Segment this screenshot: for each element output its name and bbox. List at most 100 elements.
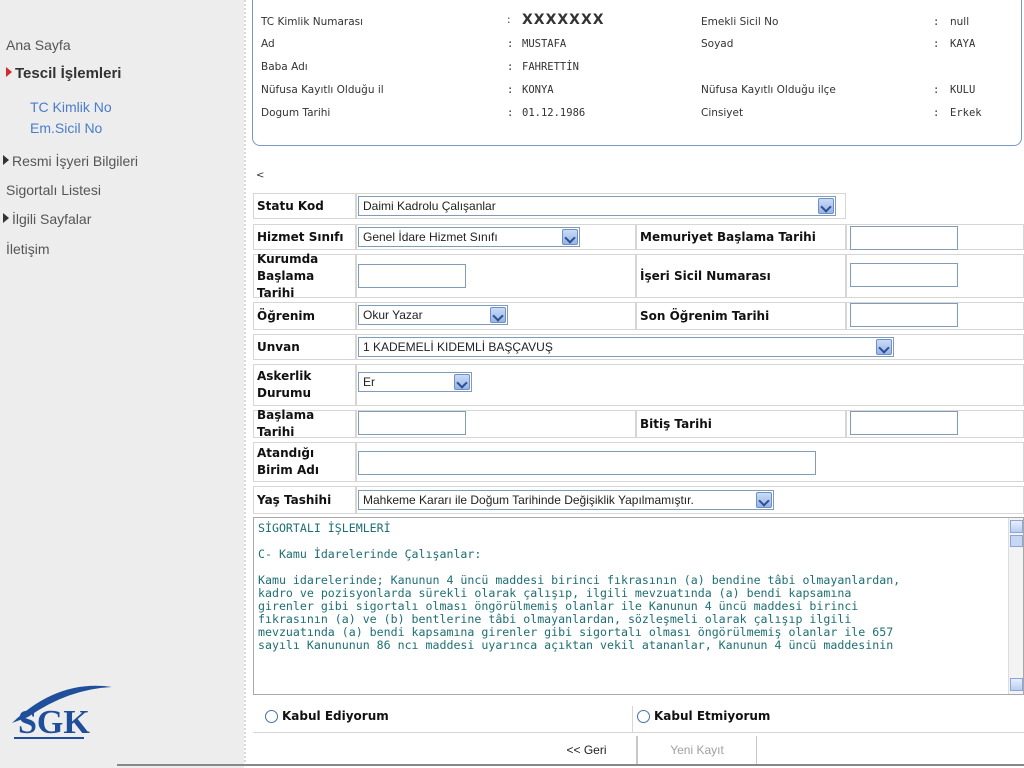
sidebar-item-tc-kimlik[interactable]: TC Kimlik No <box>30 99 112 115</box>
sidebar-item-label: İletişim <box>6 241 50 257</box>
iseri-input[interactable] <box>850 263 958 287</box>
iseri-label: İşeri Sicil Numarası <box>636 254 846 298</box>
unvan-select[interactable]: 1 KADEMELİ KIDEMLİ BAŞÇAVUŞ <box>358 337 894 357</box>
dropdown-arrow-icon <box>756 492 772 508</box>
sidebar-item-label: Resmi İşyeri Bilgileri <box>12 153 139 169</box>
colon: : <box>507 38 514 50</box>
soyad-value: KAYA <box>950 38 976 50</box>
unvan-label: Unvan <box>253 334 356 360</box>
yas-value: Mahkeme Kararı ile Doğum Tarihinde Değiş… <box>363 493 694 507</box>
statu-value: Daimi Kadrolu Çalışanlar <box>363 199 496 213</box>
bottom-rule <box>117 764 1024 766</box>
sgk-logo: SGK <box>12 685 112 741</box>
cinsiyet-label: Cinsiyet <box>701 107 744 119</box>
bitis-input[interactable] <box>850 411 958 435</box>
ad-value: MUSTAFA <box>522 38 567 50</box>
terms-scrollbar[interactable] <box>1008 518 1023 694</box>
colon: : <box>507 84 514 96</box>
dropdown-arrow-icon <box>454 374 470 390</box>
sidebar-item-label: Sigortalı Listesi <box>6 182 101 198</box>
sidebar-item-tescil[interactable]: Tescil İşlemleri <box>6 65 121 82</box>
dropdown-arrow-icon <box>490 307 506 323</box>
dropdown-arrow-icon <box>818 198 834 214</box>
son-ogrenim-input[interactable] <box>850 303 958 327</box>
emekli-value: null <box>950 16 970 28</box>
memuriyet-label: Memuriyet Başlama Tarihi <box>636 224 846 250</box>
triangle-right-icon <box>3 155 9 165</box>
accept-radio[interactable]: Kabul Ediyorum <box>265 709 389 723</box>
dogum-label: Dogum Tarihi <box>261 107 331 119</box>
tc-label: TC Kimlik Numarası <box>261 16 364 28</box>
ilce-label: Nüfusa Kayıtlı Olduğu ilçe <box>701 84 836 96</box>
hizmet-label: Hizmet Sınıfı <box>253 224 356 250</box>
il-value: KONYA <box>522 84 554 96</box>
back-link[interactable]: < <box>256 170 264 181</box>
sidebar-item-resmi-isyeri[interactable]: Resmi İşyeri Bilgileri <box>3 153 138 169</box>
terms-textarea[interactable]: SİGORTALI İŞLEMLERİ C- Kamu İdarelerinde… <box>253 517 1024 695</box>
sidebar-item-ana-sayfa[interactable]: Ana Sayfa <box>6 37 71 53</box>
colon: : <box>507 61 514 73</box>
baslama-label: Başlama Tarihi <box>253 408 356 439</box>
unvan-value: 1 KADEMELİ KIDEMLİ BAŞÇAVUŞ <box>363 340 553 354</box>
statu-label: Statu Kod <box>253 193 356 219</box>
reject-radio[interactable]: Kabul Etmiyorum <box>637 709 770 723</box>
accept-label: Kabul Ediyorum <box>282 709 389 723</box>
triangle-right-icon <box>6 67 12 77</box>
birim-label: Atandığı Birim Adı <box>253 442 356 482</box>
soyad-label: Soyad <box>701 38 734 50</box>
scroll-thumb[interactable] <box>1010 535 1023 547</box>
dropdown-arrow-icon <box>876 339 892 355</box>
askerlik-value: Er <box>363 375 375 389</box>
yas-label: Yaş Tashihi <box>253 486 356 514</box>
scroll-down-icon[interactable] <box>1010 678 1023 691</box>
logo-text: SGK <box>18 704 90 741</box>
ogrenim-label: Öğrenim <box>253 302 356 330</box>
sidebar: Ana Sayfa Tescil İşlemleri TC Kimlik No … <box>0 0 246 768</box>
yas-select[interactable]: Mahkeme Kararı ile Doğum Tarihinde Değiş… <box>358 490 774 510</box>
ilce-value: KULU <box>950 84 976 96</box>
hizmet-value: Genel İdare Hizmet Sınıfı <box>363 230 498 244</box>
sidebar-item-iletisim[interactable]: İletişim <box>6 241 50 257</box>
terms-text: SİGORTALI İŞLEMLERİ C- Kamu İdarelerinde… <box>258 521 901 652</box>
scroll-up-icon[interactable] <box>1010 520 1023 533</box>
divider <box>632 706 633 732</box>
new-record-label: Yeni Kayıt <box>670 743 724 757</box>
divider <box>253 732 1024 733</box>
colon: : <box>507 14 511 26</box>
son-ogrenim-label: Son Öğrenim Tarihi <box>636 302 846 330</box>
colon: : <box>933 84 940 96</box>
baba-label: Baba Adı <box>261 61 308 73</box>
sidebar-item-label: Em.Sicil No <box>30 120 103 136</box>
sidebar-divider <box>244 0 246 768</box>
baslama-input[interactable] <box>358 411 466 435</box>
kurumda-input[interactable] <box>358 264 466 288</box>
birim-input[interactable] <box>358 451 816 475</box>
colon: : <box>933 16 940 28</box>
baba-value: FAHRETTİN <box>522 61 579 73</box>
statu-select[interactable]: Daimi Kadrolu Çalışanlar <box>358 196 836 216</box>
dropdown-arrow-icon <box>562 229 578 245</box>
askerlik-label: Askerlik Durumu <box>253 364 356 406</box>
new-record-button[interactable]: Yeni Kayıt <box>637 736 757 764</box>
memuriyet-input[interactable] <box>850 226 958 250</box>
cinsiyet-value: Erkek <box>950 107 982 119</box>
sidebar-item-label: Tescil İşlemleri <box>15 65 122 82</box>
ogrenim-select[interactable]: Okur Yazar <box>358 305 508 325</box>
radio-circle-icon <box>265 709 278 723</box>
tc-value: XXXXXXX <box>522 12 605 28</box>
colon: : <box>933 107 940 119</box>
colon: : <box>507 107 514 119</box>
back-button-label: << Geri <box>566 743 607 757</box>
person-info-panel: TC Kimlik Numarası : XXXXXXX Emekli Sici… <box>252 0 1022 146</box>
askerlik-select[interactable]: Er <box>358 372 472 392</box>
il-label: Nüfusa Kayıtlı Olduğu il <box>261 84 384 96</box>
sidebar-item-em-sicil[interactable]: Em.Sicil No <box>30 120 102 136</box>
ogrenim-value: Okur Yazar <box>363 308 423 322</box>
dogum-value: 01.12.1986 <box>522 107 586 119</box>
hizmet-select[interactable]: Genel İdare Hizmet Sınıfı <box>358 227 580 247</box>
sidebar-item-sigortali-listesi[interactable]: Sigortalı Listesi <box>6 182 101 198</box>
colon: : <box>933 38 940 50</box>
sidebar-item-ilgili-sayfalar[interactable]: İlgili Sayfalar <box>3 211 91 227</box>
sidebar-item-label: Ana Sayfa <box>6 37 71 53</box>
back-button[interactable]: << Geri <box>537 736 637 764</box>
